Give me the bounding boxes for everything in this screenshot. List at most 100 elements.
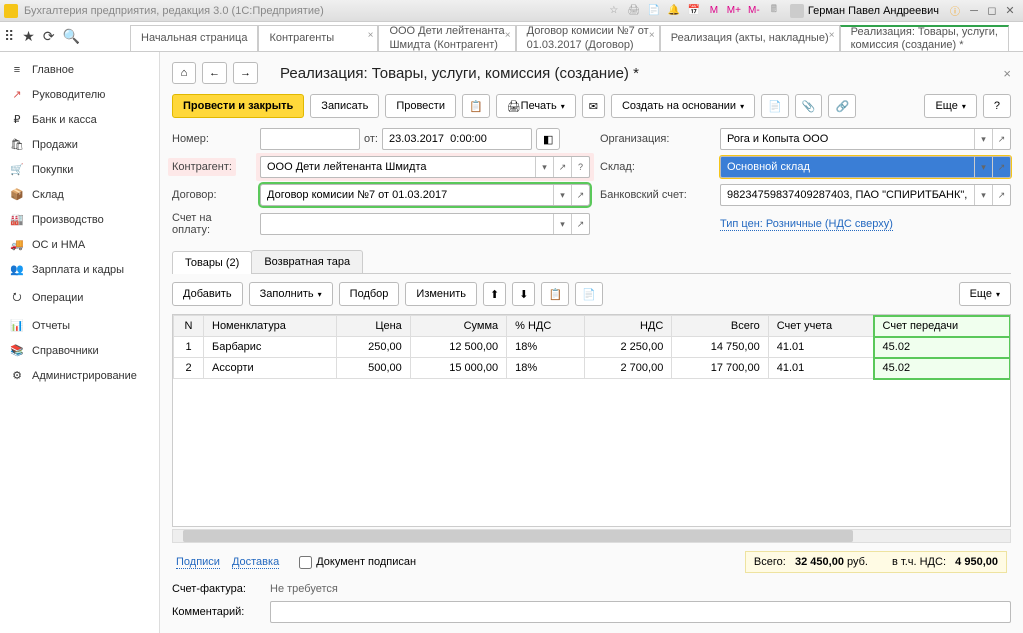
pick-button[interactable]: Подбор	[339, 282, 400, 306]
paste-button[interactable]: 📄	[575, 282, 603, 306]
tab-return-tara[interactable]: Возвратная тара	[251, 250, 363, 273]
sidebar-item-bank[interactable]: ₽Банк и касса	[0, 107, 159, 132]
help-button[interactable]: ?	[983, 94, 1011, 118]
more-table-button[interactable]: Еще▾	[959, 282, 1011, 306]
doc-signed-checkbox[interactable]: Документ подписан	[299, 556, 416, 569]
toolbar-icon[interactable]: ☆	[607, 4, 621, 18]
tab-realizaciya-form[interactable]: Реализация: Товары, услуги,комиссия (соз…	[840, 25, 1009, 51]
add-button[interactable]: Добавить	[172, 282, 243, 306]
sidebar-item-purchases[interactable]: 🛒Покупки	[0, 157, 159, 182]
col-ndsp[interactable]: % НДС	[507, 316, 585, 337]
bank-input[interactable]: ▾↗	[720, 184, 1011, 206]
toolbar-m-icon[interactable]: M-	[747, 4, 761, 18]
up-button[interactable]: ⬆	[483, 282, 506, 306]
open-icon[interactable]: ↗	[571, 214, 589, 234]
warehouse-input[interactable]: ▾↗	[720, 156, 1011, 178]
star-icon[interactable]: ★	[22, 28, 35, 45]
col-acc[interactable]: Счет учета	[768, 316, 874, 337]
col-total[interactable]: Всего	[672, 316, 768, 337]
post-and-close-button[interactable]: Провести и закрыть	[172, 94, 304, 118]
sidebar-item-directories[interactable]: 📚Справочники	[0, 338, 159, 363]
toolbar-m-icon[interactable]: M+	[727, 4, 741, 18]
window-maximize[interactable]: ◻	[984, 4, 1000, 18]
tab-dogovor[interactable]: Договор комисии №7 от01.03.2017 (Договор…	[516, 25, 660, 51]
col-sum[interactable]: Сумма	[410, 316, 506, 337]
write-button[interactable]: Записать	[310, 94, 379, 118]
table-scrollbar[interactable]	[172, 529, 1011, 543]
table-row[interactable]: 1Барбарис 250,0012 500,00 18%2 250,00 14…	[174, 337, 1010, 358]
attach-button[interactable]: 📎	[795, 94, 823, 118]
open-icon[interactable]: ↗	[992, 157, 1010, 177]
toolbar-icon[interactable]: 🔔	[667, 4, 681, 18]
help-icon[interactable]: ?	[571, 157, 589, 177]
number-input[interactable]	[260, 128, 360, 150]
sidebar-item-main[interactable]: ≡Главное	[0, 58, 159, 82]
history-icon[interactable]: ⟳	[43, 28, 55, 45]
window-minimize[interactable]: ─	[966, 4, 982, 18]
sidebar-item-operations[interactable]: ⭮Операции	[0, 282, 159, 313]
date-input[interactable]: 📅	[382, 128, 532, 150]
table-row[interactable]: 2Ассорти 500,0015 000,00 18%2 700,00 17 …	[174, 358, 1010, 379]
create-based-button[interactable]: Создать на основании▾	[611, 94, 755, 118]
signatures-link[interactable]: Подписи	[176, 556, 220, 569]
post-button[interactable]: Провести	[385, 94, 456, 118]
dropdown-icon[interactable]: ▾	[974, 185, 992, 205]
tab-close-icon[interactable]: ×	[368, 30, 374, 42]
tab-goods[interactable]: Товары (2)	[172, 251, 252, 274]
tab-realizaciya-list[interactable]: Реализация (акты, накладные)×	[660, 25, 840, 51]
info-icon[interactable]: ⓘ	[948, 4, 962, 18]
col-name[interactable]: Номенклатура	[204, 316, 337, 337]
col-acc2[interactable]: Счет передачи	[874, 316, 1009, 337]
icon-button[interactable]: 📄	[761, 94, 789, 118]
sidebar-item-sales[interactable]: 🛍Продажи	[0, 132, 159, 157]
org-input[interactable]: ▾↗	[720, 128, 1011, 150]
dropdown-icon[interactable]: ▾	[974, 129, 992, 149]
dropdown-icon[interactable]: ▾	[553, 214, 571, 234]
toolbar-icon[interactable]: 📅	[687, 4, 701, 18]
toolbar-icon[interactable]: 🖩	[767, 4, 781, 18]
window-close[interactable]: ✕	[1002, 4, 1018, 18]
toolbar-m-icon[interactable]: M	[707, 4, 721, 18]
contract-input[interactable]: ▾↗	[260, 184, 590, 206]
search-icon[interactable]: 🔍	[63, 28, 80, 45]
sidebar-item-salary[interactable]: 👥Зарплата и кадры	[0, 257, 159, 282]
tab-contragent-item[interactable]: ООО Дети лейтенантаШмидта (Контрагент)×	[378, 25, 515, 51]
sidebar-item-admin[interactable]: ⚙Администрирование	[0, 363, 159, 388]
toolbar-icon[interactable]: 🖨	[627, 4, 641, 18]
col-n[interactable]: N	[174, 316, 204, 337]
col-nds[interactable]: НДС	[584, 316, 671, 337]
tab-start[interactable]: Начальная страница	[130, 25, 258, 51]
sidebar-item-warehouse[interactable]: 📦Склад	[0, 182, 159, 207]
open-icon[interactable]: ↗	[992, 129, 1010, 149]
icon-button[interactable]: ◧	[536, 128, 560, 150]
print-button[interactable]: 🖨 Печать▾	[496, 94, 576, 118]
user-badge[interactable]: Герман Павел Андреевич	[790, 4, 939, 18]
apps-icon[interactable]: ⠿	[4, 28, 14, 45]
down-button[interactable]: ⬇	[512, 282, 535, 306]
dt-icon-button[interactable]: 📋	[462, 94, 490, 118]
sidebar-item-manager[interactable]: ↗Руководителю	[0, 82, 159, 107]
sidebar-item-reports[interactable]: 📊Отчеты	[0, 313, 159, 338]
sidebar-item-production[interactable]: 🏭Производство	[0, 207, 159, 232]
more-button[interactable]: Еще▾	[924, 94, 976, 118]
page-close-icon[interactable]: ×	[1003, 66, 1011, 81]
dropdown-icon[interactable]: ▾	[553, 185, 571, 205]
contragent-input[interactable]: ▾↗?	[260, 156, 590, 178]
tab-close-icon[interactable]: ×	[505, 30, 511, 42]
dropdown-icon[interactable]: ▾	[535, 157, 553, 177]
tab-contragents[interactable]: Контрагенты×	[258, 25, 378, 51]
forward-button[interactable]: →	[233, 62, 258, 84]
change-button[interactable]: Изменить	[405, 282, 477, 306]
back-button[interactable]: ←	[202, 62, 227, 84]
open-icon[interactable]: ↗	[553, 157, 571, 177]
comment-input[interactable]	[270, 601, 1011, 623]
invoice-input[interactable]: ▾↗	[260, 213, 590, 235]
sidebar-item-os[interactable]: 🚚ОС и НМА	[0, 232, 159, 257]
tab-close-icon[interactable]: ×	[829, 30, 835, 42]
open-icon[interactable]: ↗	[992, 185, 1010, 205]
copy-button[interactable]: 📋	[541, 282, 569, 306]
link-button[interactable]: 🔗	[828, 94, 856, 118]
dropdown-icon[interactable]: ▾	[974, 157, 992, 177]
home-button[interactable]: ⌂	[172, 62, 196, 84]
toolbar-icon[interactable]: 📄	[647, 4, 661, 18]
